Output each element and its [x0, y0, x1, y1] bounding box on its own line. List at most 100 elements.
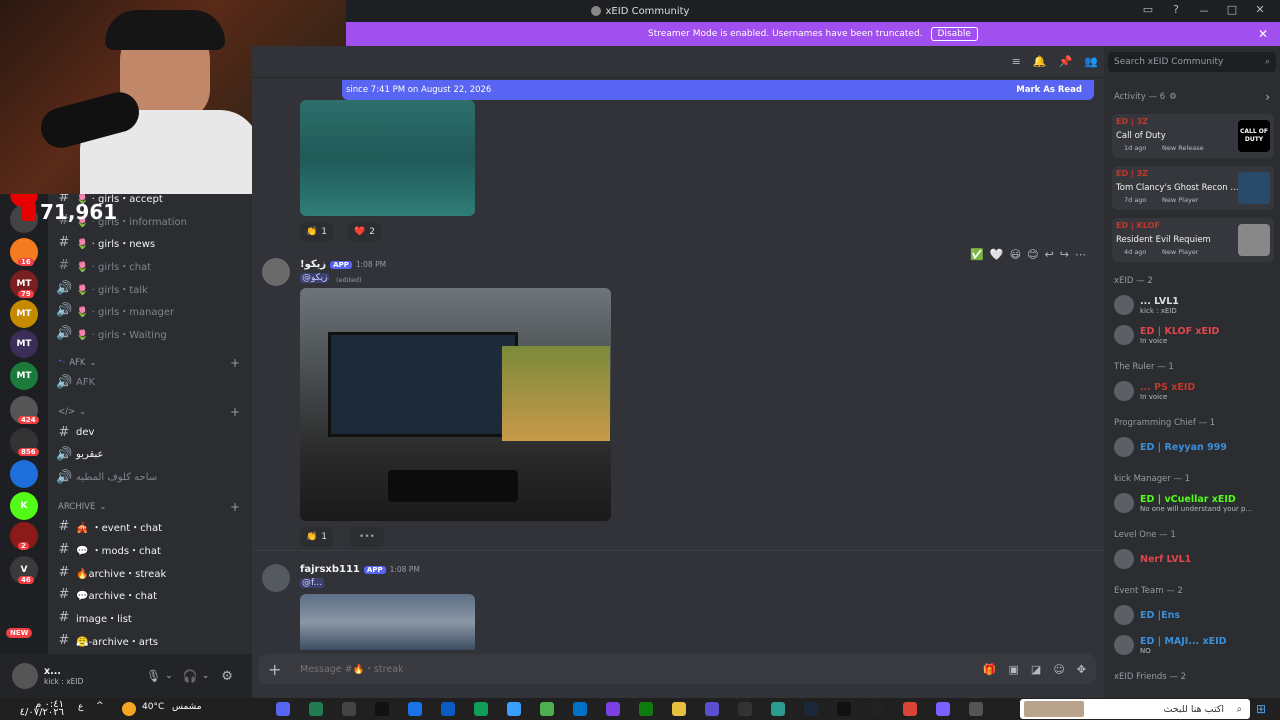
server-icon[interactable]: MT [10, 362, 38, 390]
mic-icon[interactable]: 🎙 [146, 669, 161, 683]
add-channel-archive-icon[interactable]: + [230, 500, 240, 514]
mark-as-read-button[interactable]: Mark As Read [1016, 85, 1082, 95]
copilot-icon[interactable] [936, 702, 950, 716]
server-icon[interactable]: MT [10, 330, 38, 358]
language-indicator[interactable]: ع [78, 702, 83, 712]
avatar[interactable] [262, 258, 290, 286]
app-icon[interactable] [672, 702, 686, 716]
reaction-check-button[interactable]: ✅ [970, 248, 984, 261]
avatar[interactable] [12, 663, 38, 689]
reaction-heart-button[interactable]: 🤍 [990, 248, 1004, 261]
sticker-icon[interactable]: ◪ [1031, 663, 1041, 676]
channel-item[interactable]: # image・list [56, 607, 244, 627]
user-mention[interactable]: @زيكو [300, 273, 330, 283]
category-afk[interactable]: ⁺· AFK ⌄ [58, 358, 97, 368]
member-row[interactable]: ED | KLOF xEID In voice [1114, 322, 1274, 348]
channel-item[interactable]: # 😤-archive・arts [56, 630, 244, 650]
headphones-icon[interactable]: 🎧 [183, 669, 198, 683]
edge-icon[interactable] [474, 702, 488, 716]
threads-icon[interactable]: ≡ [1012, 55, 1021, 68]
member-list-icon[interactable]: 👥 [1084, 55, 1098, 68]
message-image-sea[interactable] [300, 100, 475, 216]
server-icon[interactable]: K [10, 492, 38, 520]
reaction-smile-button[interactable]: 😃 [1010, 248, 1021, 261]
server-icon[interactable]: MT [10, 300, 38, 328]
channel-item[interactable]: 🔊 🌷 · girls・talk [56, 278, 244, 298]
author-name[interactable]: fajrsxb111 [300, 564, 360, 575]
pin-icon[interactable]: 📌 [1059, 55, 1073, 68]
chrome-icon[interactable] [903, 702, 917, 716]
new-messages-bar[interactable]: since 7:41 PM on August 22, 2026 Mark As… [342, 80, 1094, 100]
channel-item[interactable]: 🔊 🌷 · girls・Waiting [56, 323, 244, 343]
add-attachment-icon[interactable]: + [268, 660, 288, 679]
outlook-icon[interactable] [573, 702, 587, 716]
activity-card[interactable]: ED | 3Z Tom Clancy's Ghost Recon ... 7d ag… [1112, 166, 1274, 210]
chevron-up-icon[interactable]: ^ [96, 701, 104, 711]
channel-item[interactable]: 🔊 ساحه كلوف المطيه [56, 467, 244, 487]
minimize-button[interactable]: － [1190, 3, 1218, 19]
member-row[interactable]: ED | Reyyan 999 [1114, 434, 1274, 460]
activity-card[interactable]: ED | 3Z Call of Duty 1d ago New Release CALL… [1112, 114, 1274, 158]
add-channel-afk-icon[interactable]: + [230, 356, 240, 370]
channel-item[interactable]: # dev [56, 422, 244, 442]
add-reaction-button[interactable]: 😊 [1027, 248, 1038, 261]
activity-card[interactable]: ED | KLOF Resident Evil Requiem 4d ago New … [1112, 218, 1274, 262]
disable-streamer-mode-button[interactable]: Disable [930, 27, 978, 41]
capcut-icon[interactable] [342, 702, 356, 716]
inbox-icon[interactable]: ▭ [1134, 3, 1162, 19]
author-name[interactable]: !زيكو [300, 259, 326, 270]
mail-icon[interactable] [441, 702, 455, 716]
windows-start-icon[interactable]: ⊞ [1256, 702, 1266, 716]
emoji-icon[interactable]: ☺ [1053, 663, 1064, 676]
maximize-button[interactable]: □ [1218, 3, 1246, 19]
category-archive[interactable]: ARCHIVE ⌄ [58, 502, 106, 512]
channel-item[interactable]: # 🌷 · girls・news [56, 232, 244, 252]
add-channel-dev-icon[interactable]: + [230, 405, 240, 419]
weather-temp[interactable]: 40°C [142, 702, 164, 712]
chatgpt-icon[interactable] [408, 702, 422, 716]
user-mention[interactable]: @f... [300, 578, 325, 588]
channel-item[interactable]: # 🔥archive・streak [56, 562, 244, 582]
chevron-right-icon[interactable]: › [1265, 90, 1270, 104]
message-input[interactable] [300, 663, 983, 675]
help-icon[interactable]: ? [1162, 3, 1190, 19]
app-icon[interactable] [606, 702, 620, 716]
message-image-clouds[interactable] [300, 594, 475, 650]
member-row[interactable]: ED | MAJI... xEID NO [1114, 632, 1274, 658]
channel-item[interactable]: # 🎪 ・event・chat [56, 516, 244, 536]
more-options-button[interactable]: ⋯ [1075, 248, 1086, 261]
member-row[interactable]: ED | vCuellar xEID No one will understand… [1114, 490, 1274, 516]
chevron-down-icon[interactable]: ⌄ [202, 671, 210, 681]
reply-button[interactable]: ↩ [1045, 248, 1054, 261]
search-bar[interactable]: Search xEID Community ⌕ [1108, 52, 1276, 72]
vpn-icon[interactable] [507, 702, 521, 716]
gear-icon[interactable]: ⚙ [221, 669, 233, 684]
channel-item[interactable]: # 💬archive・chat [56, 584, 244, 604]
bell-icon[interactable]: 🔔 [1033, 55, 1047, 68]
close-button[interactable]: ✕ [1246, 3, 1274, 19]
channel-item[interactable]: # 🌷 · girls・chat [56, 255, 244, 275]
obs-icon[interactable] [870, 702, 884, 716]
task-view-icon[interactable] [969, 702, 983, 716]
banner-close-icon[interactable]: ✕ [1258, 27, 1268, 41]
discord-icon[interactable] [276, 702, 290, 716]
windows-search-box[interactable]: اكتب هنا للبحث ⌕ [1020, 699, 1250, 719]
activity-header[interactable]: Activity — 6 ⚙ [1114, 92, 1177, 102]
reaction-clap[interactable]: 👏 1 [300, 527, 333, 547]
xbox-icon[interactable] [639, 702, 653, 716]
app-icon[interactable] [309, 702, 323, 716]
nvidia-icon[interactable] [771, 702, 785, 716]
reaction-clap[interactable]: 👏 1 [300, 222, 333, 242]
server-icon[interactable] [10, 460, 38, 488]
channel-item[interactable]: # 💬 ・mods・chat [56, 539, 244, 559]
member-row[interactable]: ... PS xEID In voice [1114, 378, 1274, 404]
forward-button[interactable]: ↪ [1060, 248, 1069, 261]
steam-icon[interactable] [804, 702, 818, 716]
channel-item[interactable]: 🔊 عبقريو [56, 444, 244, 464]
avatar[interactable] [262, 564, 290, 592]
member-row[interactable]: ED |Ens [1114, 602, 1274, 628]
channel-item[interactable]: 🔊 🌷 · girls・manager [56, 300, 244, 320]
member-row[interactable]: Nerf LVL1 [1114, 546, 1274, 572]
gif-icon[interactable]: ▣ [1009, 663, 1019, 676]
gift-icon[interactable]: 🎁 [983, 663, 997, 676]
